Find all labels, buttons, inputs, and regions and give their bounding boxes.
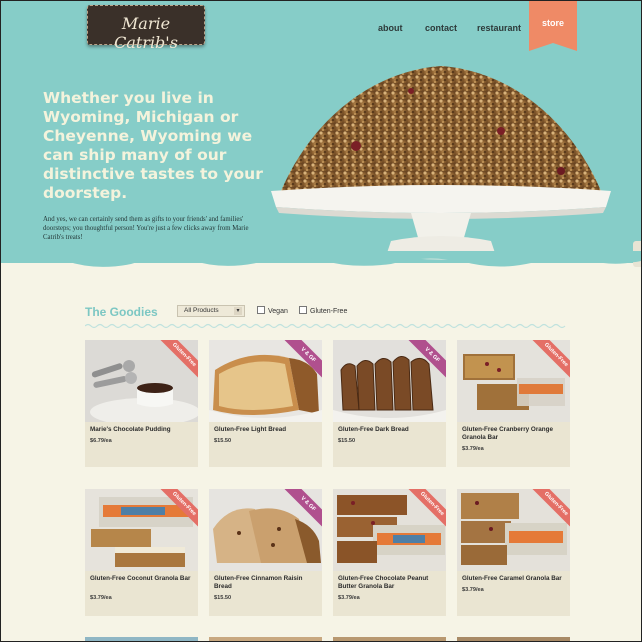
torn-edge xyxy=(1,251,641,267)
gluten-free-ribbon: Gluten-Free xyxy=(530,489,570,530)
logo[interactable]: Marie Catrib's xyxy=(87,5,205,52)
hero-headline: Whether you live in Wyoming, Michigan or… xyxy=(43,89,263,202)
product-card[interactable]: Gluten-Free Gluten-Free Coconut Granola … xyxy=(85,489,198,616)
nav-contact[interactable]: contact xyxy=(425,18,457,36)
product-price: $15.50 xyxy=(214,595,232,601)
product-name[interactable]: Marie's Chocolate Pudding xyxy=(90,426,194,434)
nav-store[interactable]: store xyxy=(529,1,577,51)
product-card[interactable]: V & GF Gluten-Free Dark Bread $15.50 xyxy=(333,340,446,467)
product-name[interactable]: Gluten-Free Chocolate Peanut Butter Gran… xyxy=(338,575,442,590)
product-price: $3.79/ea xyxy=(462,587,484,593)
product-card[interactable]: V & GF Gluten-Free Cinnamon Raisin Bread… xyxy=(209,489,322,616)
product-name[interactable]: Gluten-Free Cranberry Orange Granola Bar xyxy=(462,426,566,441)
logo-text: Marie Catrib's xyxy=(114,14,178,52)
wavy-divider xyxy=(85,323,566,329)
product-name[interactable]: Gluten-Free Caramel Granola Bar xyxy=(462,575,566,583)
product-card[interactable]: Gluten-Free Gluten-Free Caramel Granola … xyxy=(457,489,570,616)
product-card-peek xyxy=(457,637,570,641)
nav-restaurant[interactable]: restaurant xyxy=(477,18,521,36)
page-frame: Marie Catrib's about contact restaurant … xyxy=(0,0,642,642)
checkbox-box[interactable] xyxy=(299,306,307,314)
select-value: All Products xyxy=(184,307,219,314)
vegan-gf-ribbon: V & GF xyxy=(282,489,322,530)
product-name[interactable]: Gluten-Free Cinnamon Raisin Bread xyxy=(214,575,318,590)
hero-subtext: And yes, we can certainly send them as g… xyxy=(43,216,249,241)
product-price: $3.79/ea xyxy=(338,595,360,601)
product-card[interactable]: Gluten-Free Marie's Chocolate Pudding $6… xyxy=(85,340,198,467)
product-card[interactable]: V & GF Gluten-Free Light Bread $15.50 xyxy=(209,340,322,467)
hero-banner: Marie Catrib's about contact restaurant … xyxy=(1,1,641,267)
product-price: $15.50 xyxy=(214,438,232,444)
product-card[interactable]: Gluten-Free Gluten-Free Cranberry Orange… xyxy=(457,340,570,467)
nav-about[interactable]: about xyxy=(378,18,403,36)
gluten-free-ribbon: Gluten-Free xyxy=(158,489,198,530)
product-card-peek xyxy=(209,637,322,641)
vegan-label: Vegan xyxy=(268,308,288,315)
gluten-free-ribbon: Gluten-Free xyxy=(158,340,198,381)
chevron-down-icon: ▾ xyxy=(234,307,242,315)
product-name[interactable]: Gluten-Free Dark Bread xyxy=(338,426,442,434)
gluten-free-label: Gluten-Free xyxy=(310,308,348,315)
product-card-peek xyxy=(85,637,198,641)
gluten-free-ribbon: Gluten-Free xyxy=(406,489,446,530)
gluten-free-ribbon: Gluten-Free xyxy=(530,340,570,381)
product-price: $6.79/ea xyxy=(90,438,112,444)
product-price: $15.50 xyxy=(338,438,356,444)
product-filter-select[interactable]: All Products ▾ xyxy=(177,305,245,317)
vegan-gf-ribbon: V & GF xyxy=(282,340,322,381)
product-price: $3.79/ea xyxy=(90,595,112,601)
gluten-free-checkbox[interactable]: Gluten-Free xyxy=(299,306,347,315)
product-card-peek xyxy=(333,637,446,641)
checkbox-box[interactable] xyxy=(257,306,265,314)
product-card[interactable]: Gluten-Free Gluten-Free Chocolate Peanut… xyxy=(333,489,446,616)
product-name[interactable]: Gluten-Free Coconut Granola Bar xyxy=(90,575,194,583)
vegan-checkbox[interactable]: Vegan xyxy=(257,306,288,315)
goodies-title: The Goodies xyxy=(85,305,158,319)
vegan-gf-ribbon: V & GF xyxy=(406,340,446,381)
granola-image xyxy=(271,66,611,260)
product-name[interactable]: Gluten-Free Light Bread xyxy=(214,426,318,434)
product-price: $3.79/ea xyxy=(462,446,484,452)
